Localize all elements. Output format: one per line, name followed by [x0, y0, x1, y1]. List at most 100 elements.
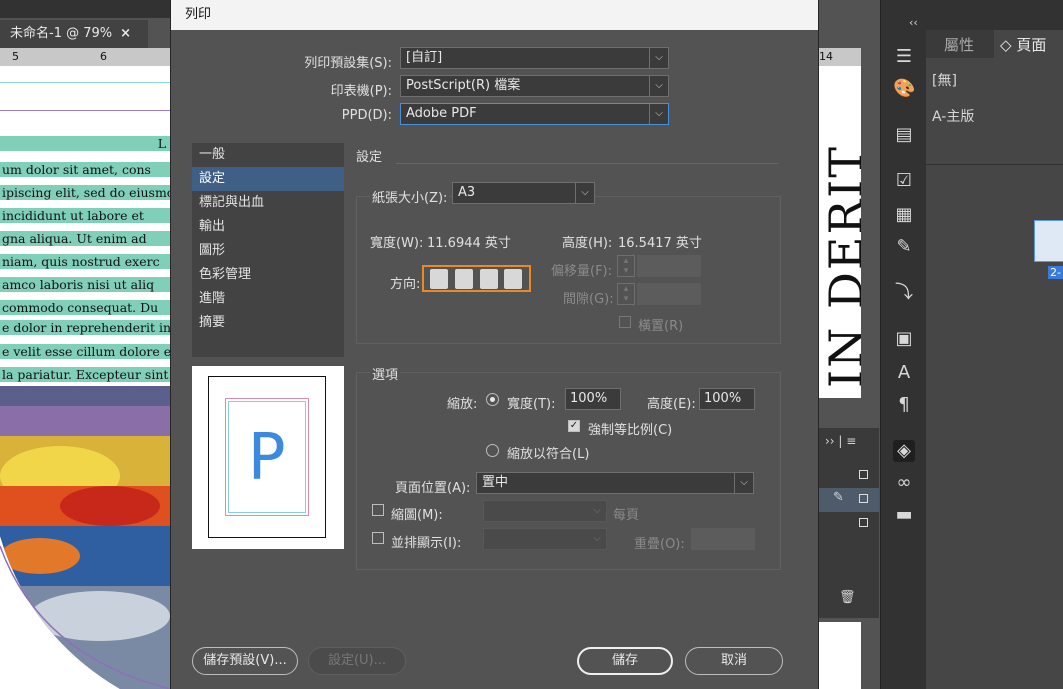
nav-item-graphics[interactable]: 圖形 — [192, 239, 344, 263]
landscape-icon[interactable] — [455, 269, 473, 289]
master-a[interactable]: A-主版 — [926, 102, 1063, 128]
ppd-select[interactable]: Adobe PDF ⌵ — [400, 103, 669, 125]
page-badge: 2- — [1048, 266, 1063, 279]
scale-height-input[interactable]: 100% — [699, 388, 755, 410]
offset-stepper[interactable]: ▴ ▾ — [617, 255, 635, 277]
text-style-icon[interactable]: A — [893, 362, 915, 384]
chevron-down-icon: ⌵ — [649, 76, 668, 96]
nav-item-general[interactable]: 一般 — [192, 143, 344, 167]
ruler-mark: 14 — [819, 50, 833, 63]
print-preset-value: [自訂] — [406, 50, 443, 65]
pen-icon[interactable]: ✎ — [833, 490, 844, 505]
nav-item-advanced[interactable]: 進階 — [192, 287, 344, 311]
reverse-landscape-icon[interactable] — [504, 269, 522, 289]
print-preset-select[interactable]: [自訂] ⌵ — [400, 47, 669, 69]
nav-item-setup[interactable]: 設定 — [192, 167, 344, 191]
text-line: e dolor in reprehenderit in — [2, 320, 170, 335]
pages-panel: [無] A-主版 2- — [926, 30, 1063, 689]
none-master[interactable]: [無] — [926, 66, 1063, 92]
ppd-label: PPD(D): — [341, 108, 392, 123]
thumbnails-select[interactable]: ⌵ — [483, 500, 607, 522]
text-line: la pariatur. Excepteur sint — [2, 367, 169, 382]
spread-page: IN DERIT — [817, 48, 861, 398]
chevron-down-icon: ⌵ — [734, 473, 753, 493]
tab-properties[interactable]: 屬性 — [944, 34, 974, 55]
printer-label: 印表機(P): — [330, 84, 392, 99]
tab-pages[interactable]: ◇ 頁面 — [994, 30, 1063, 58]
overlap-field[interactable] — [691, 528, 755, 550]
scale-to-fit-label: 縮放以符合(L) — [507, 447, 590, 462]
layer-square[interactable] — [859, 494, 868, 503]
overlap-label: 重疊(O): — [634, 537, 685, 552]
page-thumbnail[interactable] — [1034, 220, 1063, 262]
portrait-icon[interactable] — [430, 269, 448, 289]
folder-icon[interactable]: ▣ — [893, 328, 915, 350]
gap-field[interactable] — [637, 283, 701, 305]
width-value: 11.6944 英寸 — [427, 236, 511, 251]
scale-width-input[interactable]: 100% — [565, 388, 621, 410]
constrain-checkbox[interactable]: ✓ — [568, 420, 580, 432]
offset-field[interactable] — [637, 255, 701, 277]
panel-menu-icon[interactable]: ›› | ≡ — [825, 434, 856, 448]
close-icon[interactable]: × — [120, 26, 131, 41]
paper-size-select[interactable]: A3 ⌵ — [452, 182, 595, 204]
edit-icon[interactable]: ☑ — [893, 170, 915, 192]
chat-icon[interactable]: ▬ — [893, 504, 915, 526]
tile-label: 並排顯示(I): — [391, 536, 462, 551]
nav-item-color-management[interactable]: 色彩管理 — [192, 263, 344, 287]
nav-item-marks-bleed[interactable]: 標記與出血 — [192, 191, 344, 215]
page-position-value: 置中 — [482, 475, 509, 490]
tile-select[interactable]: ⌵ — [483, 528, 607, 550]
list-edit-icon[interactable]: ✎ — [893, 236, 915, 258]
thumbnails-checkbox[interactable] — [372, 504, 384, 516]
reverse-portrait-icon[interactable] — [480, 269, 498, 289]
tile-checkbox[interactable] — [372, 532, 384, 544]
offset-label: 偏移量(F): — [551, 264, 613, 279]
chevron-down-icon: ⌵ — [593, 505, 601, 516]
collapse-icon[interactable]: ‹‹ — [909, 16, 918, 29]
notes-icon[interactable]: ▦ — [893, 204, 915, 226]
cancel-button[interactable]: 取消 — [685, 647, 783, 675]
chevron-down-icon: ⌵ — [649, 104, 668, 124]
nav-item-output[interactable]: 輸出 — [192, 215, 344, 239]
scale-height-label: 高度(E): — [647, 397, 696, 412]
page-position-select[interactable]: 置中 ⌵ — [476, 472, 754, 494]
horizontal-ruler: 5 6 — [0, 48, 170, 66]
save-button[interactable]: 儲存 — [577, 647, 673, 675]
text-line: e velit esse cillum dolore eu — [2, 344, 170, 359]
paragraph-icon[interactable]: ¶ — [893, 394, 915, 416]
scale-to-fit-radio[interactable] — [486, 444, 499, 457]
width-label: 寬度(W): — [370, 236, 424, 251]
master-a-label: A-主版 — [932, 109, 975, 125]
print-preview: P — [192, 366, 344, 549]
comment-icon[interactable]: ▤ — [893, 124, 915, 146]
palette-icon[interactable]: 🎨 — [893, 78, 915, 100]
paper-size-value: A3 — [458, 185, 476, 200]
text-line: L — [157, 136, 166, 151]
nav-item-summary[interactable]: 摘要 — [192, 311, 344, 335]
print-preset-label: 列印預設集(S): — [304, 56, 392, 71]
menu-icon[interactable]: ☰ — [893, 46, 915, 68]
transform-icon[interactable]: ⤵ — [893, 282, 915, 304]
options-heading: 選項 — [370, 364, 401, 383]
text-line: um dolor sit amet, cons — [2, 162, 151, 177]
page-edge — [817, 622, 861, 689]
printer-select[interactable]: PostScript(R) 檔案 ⌵ — [400, 75, 669, 97]
chevron-down-icon: ⌵ — [593, 533, 601, 544]
trash-icon[interactable]: 🗑 — [839, 590, 856, 605]
setup-button[interactable]: 設定(U)... — [308, 647, 406, 675]
panel-tabs: 屬性 ◇ 頁面 — [926, 30, 1063, 58]
layer-square[interactable] — [859, 470, 868, 479]
scale-width-label: 寬度(T): — [507, 397, 556, 412]
save-preset-button[interactable]: 儲存預設(V)... — [192, 647, 298, 675]
document-page: L um dolor sit amet, cons ipiscing elit,… — [0, 66, 170, 689]
document-tab[interactable]: 未命名-1 @ 79% × — [0, 20, 148, 48]
text-line: commodo consequat. Du — [2, 300, 159, 315]
layers-icon[interactable]: ◈ — [893, 440, 915, 462]
transverse-checkbox[interactable] — [619, 316, 631, 328]
paper-size-label: 紙張大小(Z): — [370, 187, 450, 206]
gap-stepper[interactable]: ▴ ▾ — [617, 283, 635, 305]
layer-square[interactable] — [859, 518, 868, 527]
scale-radio[interactable] — [486, 393, 499, 406]
link-icon[interactable]: ∞ — [893, 472, 915, 494]
